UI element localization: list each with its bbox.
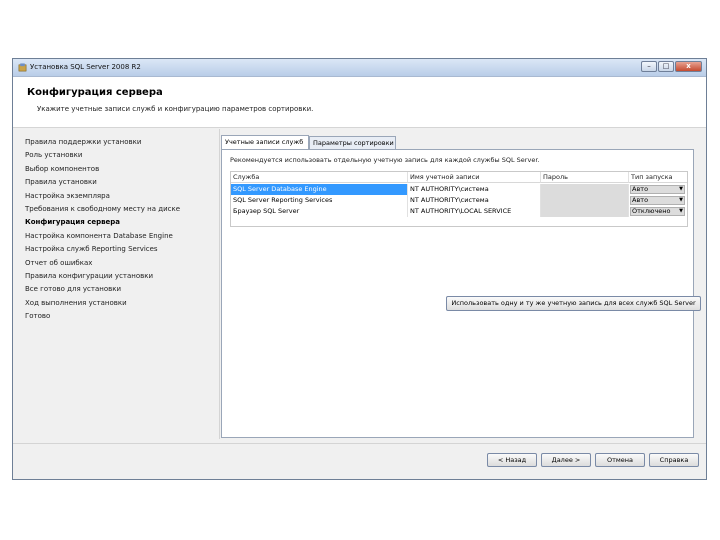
window-title: Установка SQL Server 2008 R2 — [30, 63, 141, 71]
table-row[interactable]: SQL Server Reporting Services NT AUTHORI… — [231, 195, 687, 206]
sidebar-item-disk-space[interactable]: Требования к свободному месту на диске — [25, 203, 215, 216]
table-row[interactable]: Браузер SQL Server NT AUTHORITY\LOCAL SE… — [231, 206, 687, 217]
account-name-field[interactable]: NT AUTHORITY\система — [408, 195, 541, 206]
startup-type-cell: Авто ▼ — [629, 184, 687, 195]
sidebar-item-complete[interactable]: Готово — [25, 310, 215, 323]
dropdown-arrow-icon[interactable]: ▼ — [679, 197, 683, 204]
column-header-account-name[interactable]: Имя учетной записи — [408, 172, 541, 183]
startup-type-value: Отключено — [632, 207, 671, 215]
tab-service-accounts[interactable]: Учетные записи служб — [221, 135, 309, 149]
startup-type-cell: Авто ▼ — [629, 195, 687, 206]
maximize-button[interactable]: □ — [658, 61, 674, 72]
service-name: Браузер SQL Server — [231, 206, 408, 217]
service-accounts-table: Служба Имя учетной записи Пароль Тип зап… — [230, 171, 688, 227]
sidebar-item-support-rules[interactable]: Правила поддержки установки — [25, 136, 215, 149]
sidebar-item-error-reporting[interactable]: Отчет об ошибках — [25, 257, 215, 270]
sidebar-item-installation-progress[interactable]: Ход выполнения установки — [25, 297, 215, 310]
sql-server-setup-icon — [18, 63, 27, 72]
startup-type-select[interactable]: Отключено ▼ — [630, 207, 685, 216]
sidebar-item-database-engine[interactable]: Настройка компонента Database Engine — [25, 230, 215, 243]
startup-type-select[interactable]: Авто ▼ — [630, 185, 685, 194]
recommendation-text: Рекомендуется использовать отдельную уче… — [230, 156, 540, 164]
footer-divider — [13, 443, 706, 444]
sidebar-item-reporting-services[interactable]: Настройка служб Reporting Services — [25, 243, 215, 256]
back-button[interactable]: < Назад — [487, 453, 537, 467]
column-header-service[interactable]: Служба — [231, 172, 408, 183]
column-header-startup-type[interactable]: Тип запуска — [629, 172, 687, 183]
help-button[interactable]: Справка — [649, 453, 699, 467]
startup-type-value: Авто — [632, 185, 649, 193]
password-field[interactable] — [541, 195, 629, 206]
startup-type-value: Авто — [632, 196, 649, 204]
table-row[interactable]: SQL Server Database Engine NT AUTHORITY\… — [231, 184, 687, 195]
minimize-button[interactable]: – — [641, 61, 657, 72]
next-button[interactable]: Далее > — [541, 453, 591, 467]
sidebar-item-ready-to-install[interactable]: Все готово для установки — [25, 283, 215, 296]
page-subtitle: Укажите учетные записи служб и конфигура… — [37, 105, 314, 113]
sidebar-item-setup-role[interactable]: Роль установки — [25, 149, 215, 162]
dropdown-arrow-icon[interactable]: ▼ — [679, 186, 683, 193]
sidebar-item-instance-configuration[interactable]: Настройка экземпляра — [25, 190, 215, 203]
page-title: Конфигурация сервера — [27, 87, 163, 98]
startup-type-select[interactable]: Авто ▼ — [630, 196, 685, 205]
startup-type-cell: Отключено ▼ — [629, 206, 687, 217]
sidebar-divider — [219, 129, 220, 439]
tab-collation[interactable]: Параметры сортировки — [309, 136, 396, 149]
account-name-field[interactable]: NT AUTHORITY\LOCAL SERVICE — [408, 206, 541, 217]
use-same-account-button[interactable]: Использовать одну и ту же учетную запись… — [446, 296, 701, 311]
steps-sidebar: Правила поддержки установки Роль установ… — [25, 136, 215, 323]
sidebar-item-feature-selection[interactable]: Выбор компонентов — [25, 163, 215, 176]
password-field[interactable] — [541, 206, 629, 217]
service-name: SQL Server Database Engine — [231, 184, 408, 195]
password-field[interactable] — [541, 184, 629, 195]
sidebar-item-installation-rules[interactable]: Правила установки — [25, 176, 215, 189]
dropdown-arrow-icon[interactable]: ▼ — [679, 208, 683, 215]
installer-window: Установка SQL Server 2008 R2 – □ x Конфи… — [12, 58, 707, 480]
page-header: Конфигурация сервера Укажите учетные зап… — [13, 77, 706, 128]
service-name: SQL Server Reporting Services — [231, 195, 408, 206]
sidebar-item-server-configuration[interactable]: Конфигурация сервера — [25, 216, 215, 229]
column-header-password[interactable]: Пароль — [541, 172, 629, 183]
title-bar[interactable]: Установка SQL Server 2008 R2 – □ x — [13, 59, 706, 77]
close-button[interactable]: x — [675, 61, 702, 72]
table-header-row: Служба Имя учетной записи Пароль Тип зап… — [231, 172, 687, 183]
account-name-field[interactable]: NT AUTHORITY\система — [408, 184, 541, 195]
cancel-button[interactable]: Отмена — [595, 453, 645, 467]
service-accounts-panel: Рекомендуется использовать отдельную уче… — [221, 149, 701, 438]
sidebar-item-configuration-rules[interactable]: Правила конфигурации установки — [25, 270, 215, 283]
